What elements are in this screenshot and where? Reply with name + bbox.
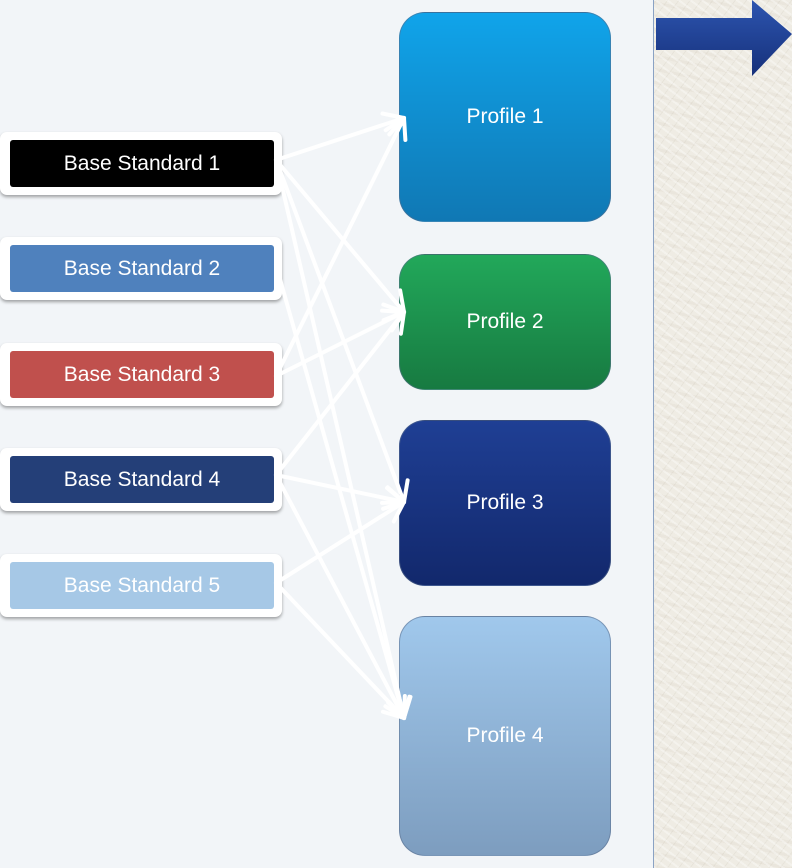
arrow-std1-to-profile3-head-b xyxy=(402,478,410,504)
arrow-std5-to-profile3-head-b xyxy=(380,500,406,505)
arrow-std3-to-profile1-head-a xyxy=(402,116,408,142)
arrow-std1-to-profile1-head-b xyxy=(380,111,406,120)
connection-arrows xyxy=(274,111,413,720)
arrow-std4-to-profile4 xyxy=(274,473,406,720)
